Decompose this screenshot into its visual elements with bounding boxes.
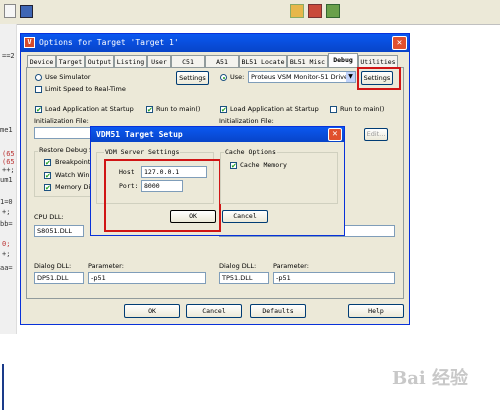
code-line: um1 xyxy=(0,176,13,184)
code-line: ==2 xyxy=(2,52,15,60)
tab-device[interactable]: Device xyxy=(27,55,56,67)
run-to-main-checkbox[interactable]: ✔ xyxy=(146,106,153,114)
cache-memory-checkbox[interactable]: ✔ xyxy=(230,162,237,170)
watch-windows-label: Watch Win xyxy=(55,171,90,179)
code-line: me1 xyxy=(0,126,13,134)
code-line: +; xyxy=(2,208,11,216)
memory-display-label: Memory Dis xyxy=(55,183,94,191)
tab-debug[interactable]: Debug xyxy=(328,53,358,67)
options-dialog-title: Options for Target 'Target 1' xyxy=(39,38,179,47)
code-line: (65 xyxy=(2,150,15,158)
cache-options-group-label: Cache Options xyxy=(224,148,277,156)
cancel-button[interactable]: Cancel xyxy=(186,304,242,318)
cpu-dll-label: CPU DLL: xyxy=(34,213,64,221)
simulator-settings-button[interactable]: Settings xyxy=(176,71,209,85)
right-run-to-main-checkbox[interactable] xyxy=(330,106,337,113)
use-simulator-radio[interactable] xyxy=(35,74,42,81)
limit-speed-label: Limit Speed to Real-Time xyxy=(45,85,126,93)
restore-debug-group-label: Restore Debug S xyxy=(38,146,95,154)
breakpoints-checkbox[interactable]: ✔ xyxy=(44,159,51,167)
save-icon[interactable] xyxy=(20,5,33,18)
load-app-label: Load Application at Startup xyxy=(45,105,134,113)
right-load-app-label: Load Application at Startup xyxy=(230,105,319,113)
tab-output[interactable]: Output xyxy=(85,55,114,67)
parameter-label: Parameter: xyxy=(88,262,124,270)
watch-windows-checkbox[interactable]: ✔ xyxy=(44,172,51,180)
code-line: +; xyxy=(2,250,11,258)
tab-bl51-locate[interactable]: BL51 Locate xyxy=(239,55,287,67)
build-icon[interactable] xyxy=(290,4,304,18)
editor-toolbar xyxy=(0,0,500,25)
code-line: 0; xyxy=(2,240,11,248)
code-line: bb= xyxy=(0,220,13,228)
tab-user[interactable]: User xyxy=(147,55,171,67)
cpu-dll-input[interactable]: S8051.DLL xyxy=(34,225,84,237)
right-run-to-main-label: Run to main() xyxy=(340,105,385,113)
edit-button[interactable]: Edit... xyxy=(364,128,388,141)
settings-highlight-box xyxy=(357,67,401,90)
vdm-server-group-label: VDM Server Settings xyxy=(104,148,181,156)
driver-select-value: Proteus VSM Monitor-51 Driver xyxy=(251,73,351,81)
right-dialog-dll-label: Dialog DLL: xyxy=(219,262,257,270)
vdm-cancel-button[interactable]: Cancel xyxy=(222,210,268,223)
dialog-dll-input[interactable]: DP51.DLL xyxy=(34,272,84,284)
watermark-logo: Bai 经验 xyxy=(392,368,468,389)
use-simulator-label: Use Simulator xyxy=(45,73,91,81)
help-button[interactable]: Help xyxy=(348,304,404,318)
vdm-close-icon[interactable]: ✕ xyxy=(328,128,342,141)
init-file-input[interactable] xyxy=(34,127,96,139)
tab-utilities[interactable]: Utilities xyxy=(358,55,398,67)
close-icon[interactable]: ✕ xyxy=(392,36,407,50)
dialog-dll-label: Dialog DLL: xyxy=(34,262,72,270)
init-file-label: Initialization File: xyxy=(34,117,89,125)
vdm-dialog-title: VDM51 Target Setup xyxy=(96,130,183,139)
right-parameter-label: Parameter: xyxy=(273,262,309,270)
code-line: ++; xyxy=(2,166,15,174)
code-line: aa= xyxy=(0,264,13,272)
keil-app-icon: V xyxy=(24,37,35,48)
use-label: Use: xyxy=(230,73,245,81)
driver-select[interactable]: Proteus VSM Monitor-51 Driver ▼ xyxy=(248,71,356,83)
vdm-dialog-titlebar[interactable]: VDM51 Target Setup ✕ xyxy=(91,127,344,142)
use-driver-radio[interactable] xyxy=(220,74,227,81)
defaults-button[interactable]: Defaults xyxy=(250,304,306,318)
code-line: (65 xyxy=(2,158,15,166)
tab-a51[interactable]: A51 xyxy=(205,55,239,67)
tab-c51[interactable]: C51 xyxy=(171,55,205,67)
right-load-app-checkbox[interactable]: ✔ xyxy=(220,106,227,114)
cache-options-group xyxy=(220,152,338,204)
run-to-main-label: Run to main() xyxy=(156,105,201,113)
ok-button[interactable]: OK xyxy=(124,304,180,318)
new-icon[interactable] xyxy=(4,4,16,18)
cache-memory-label: Cache Memory xyxy=(240,161,287,169)
chevron-down-icon[interactable]: ▼ xyxy=(346,72,355,82)
debug-icon[interactable] xyxy=(308,4,322,18)
right-init-file-label: Initialization File: xyxy=(219,117,274,125)
parameter-input[interactable]: -p51 xyxy=(88,272,206,284)
limit-speed-checkbox[interactable] xyxy=(35,86,42,93)
code-line: 1=0 xyxy=(0,198,13,206)
options-dialog-titlebar[interactable]: V Options for Target 'Target 1' ✕ xyxy=(21,34,409,52)
output-tab-strip xyxy=(2,364,14,410)
settings-icon[interactable] xyxy=(326,4,340,18)
right-dialog-dll-input[interactable]: TP51.DLL xyxy=(219,272,269,284)
tab-listing[interactable]: Listing xyxy=(114,55,147,67)
tab-bl51-misc[interactable]: BL51 Misc xyxy=(287,55,328,67)
vdm-ok-button[interactable]: OK xyxy=(170,210,216,223)
right-parameter-input[interactable]: -p51 xyxy=(273,272,395,284)
memory-display-checkbox[interactable]: ✔ xyxy=(44,184,51,192)
load-app-checkbox[interactable]: ✔ xyxy=(35,106,42,114)
tab-target[interactable]: Target xyxy=(56,55,85,67)
breakpoints-label: Breakpoints xyxy=(55,158,94,166)
